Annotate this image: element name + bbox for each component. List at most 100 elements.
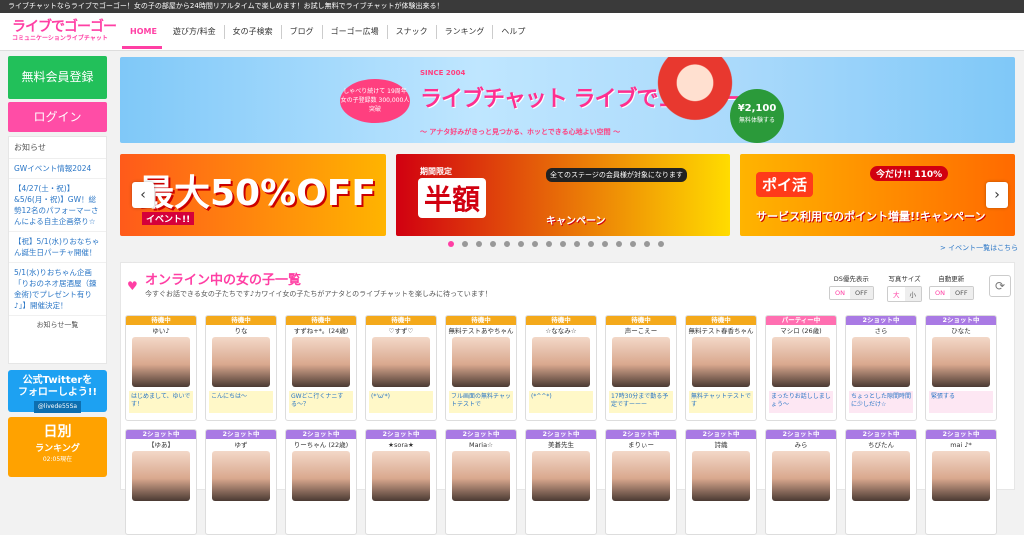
- girl-photo[interactable]: [772, 451, 830, 501]
- news-item[interactable]: 【4/27(土・祝)】&5/6(月・祝)】GW！総勢12名のパフォーマーさんによ…: [9, 179, 106, 232]
- girl-photo[interactable]: [612, 451, 670, 501]
- girl-card[interactable]: 2ショット中 ひなた 緊張する: [925, 315, 997, 421]
- girl-card[interactable]: 待機中 ゆい♪ はじめまして、ゆいです！: [125, 315, 197, 421]
- girl-photo[interactable]: [212, 451, 270, 501]
- toggle-off[interactable]: OFF: [949, 287, 973, 299]
- sidebar: 無料会員登録 ログイン お知らせ GWイベント情報2024 【4/27(土・祝)…: [8, 56, 107, 477]
- girl-photo[interactable]: [452, 451, 510, 501]
- carousel-next-arrow-icon[interactable]: ›: [986, 182, 1008, 208]
- news-item[interactable]: GWイベント情報2024: [9, 159, 106, 179]
- toggle-on[interactable]: ON: [930, 287, 950, 299]
- toggle-label: 写真サイズ: [888, 275, 921, 283]
- girl-photo[interactable]: [372, 337, 430, 387]
- girl-card[interactable]: 待機中 無料テスト春香ちゃん 無料チャットテストです: [685, 315, 757, 421]
- girl-card[interactable]: 待機中 ♡すず♡ (*'ω'*): [365, 315, 437, 421]
- carousel-dot[interactable]: [546, 241, 552, 247]
- girl-photo[interactable]: [932, 337, 990, 387]
- girl-card[interactable]: 待機中 すずね+*。(24歳) GWどこ行くナニする〜？: [285, 315, 357, 421]
- carousel-dot[interactable]: [490, 241, 496, 247]
- girl-photo[interactable]: [532, 337, 590, 387]
- twitter-banner[interactable]: 公式Twitterを フォローしよう!! @livede55Sa: [8, 370, 107, 413]
- news-item[interactable]: 【祝】5/1(水)りおなちゃん誕生日パーチャ開催！: [9, 232, 106, 263]
- nav-help[interactable]: ヘルプ: [493, 25, 533, 39]
- slide2-sub: キャンペーン: [546, 216, 606, 227]
- nav-snack[interactable]: スナック: [388, 25, 437, 39]
- nav-howto[interactable]: 遊び方/料金: [165, 25, 225, 39]
- carousel-prev-arrow-icon[interactable]: ‹: [132, 182, 154, 208]
- toggle-off[interactable]: OFF: [849, 287, 873, 299]
- slide1-sub: イベント!!: [142, 212, 195, 225]
- girl-photo[interactable]: [132, 451, 190, 501]
- main-nav: HOME 遊び方/料金 女の子検索 ブログ ゴーゴー広場 スナック ランキング …: [122, 13, 533, 51]
- girl-photo[interactable]: [852, 337, 910, 387]
- nav-search[interactable]: 女の子検索: [225, 25, 282, 39]
- carousel-dot[interactable]: [630, 241, 636, 247]
- girl-card[interactable]: 2ショット中 【ゆあ】: [125, 429, 197, 535]
- girl-photo[interactable]: [292, 337, 350, 387]
- girl-card[interactable]: 2ショット中 ★sora★: [365, 429, 437, 535]
- carousel-dot[interactable]: [532, 241, 538, 247]
- nav-home[interactable]: HOME: [122, 25, 165, 39]
- girl-photo[interactable]: [692, 337, 750, 387]
- news-more-link[interactable]: お知らせ一覧: [9, 316, 106, 334]
- toggle-small[interactable]: 小: [904, 287, 921, 301]
- girl-card[interactable]: 2ショット中 詩織: [685, 429, 757, 535]
- site-logo[interactable]: ライブでゴーゴー コミュニケーションライブチャット: [12, 19, 117, 47]
- carousel-dot[interactable]: [602, 241, 608, 247]
- event-slide-points[interactable]: ポイ活 今だけ!! 110% サービス利用でのポイント増量!!キャンペーン: [740, 154, 1015, 236]
- refresh-icon[interactable]: ⟳: [989, 275, 1011, 297]
- girl-card[interactable]: 待機中 ☆ななみ☆ (*^^*): [525, 315, 597, 421]
- girl-photo[interactable]: [372, 451, 430, 501]
- girl-card[interactable]: 2ショット中 mai ♪*: [925, 429, 997, 535]
- girl-photo[interactable]: [212, 337, 270, 387]
- event-list-link[interactable]: > イベント一覧はこちら: [940, 243, 1018, 253]
- girl-photo[interactable]: [452, 337, 510, 387]
- nav-ranking[interactable]: ランキング: [437, 25, 494, 39]
- girl-card[interactable]: 2ショット中 ちびたん: [845, 429, 917, 535]
- girl-photo[interactable]: [772, 337, 830, 387]
- girl-photo[interactable]: [612, 337, 670, 387]
- price-badge[interactable]: ¥2,100 無料体験する: [730, 89, 784, 143]
- carousel-dot[interactable]: [448, 241, 454, 247]
- carousel-dot[interactable]: [560, 241, 566, 247]
- girl-card[interactable]: 2ショット中 Maria☆: [445, 429, 517, 535]
- login-button[interactable]: ログイン: [8, 102, 107, 132]
- girl-card[interactable]: 2ショット中 みら: [765, 429, 837, 535]
- girl-card[interactable]: パーティー中 マシロ (26歳) まったりお話ししましょう〜: [765, 315, 837, 421]
- event-slide-halfprice[interactable]: 期間限定 半額 全てのステージの会員様が対象になります キャンペーン: [396, 154, 730, 236]
- carousel-dot[interactable]: [574, 241, 580, 247]
- news-item[interactable]: 5/1(水)りおちゃん企画「りおのネオ居酒屋（錬金術)でプレゼント有り♪」】開催…: [9, 263, 106, 316]
- event-slide-discount[interactable]: 最大50%OFF イベント!!: [120, 154, 386, 236]
- girl-name: ひなた: [951, 327, 971, 335]
- daily-ranking-banner[interactable]: 日別 ランキング 02:05現在: [8, 417, 107, 477]
- carousel-dot[interactable]: [504, 241, 510, 247]
- girl-photo[interactable]: [132, 337, 190, 387]
- girl-photo[interactable]: [292, 451, 350, 501]
- girl-card[interactable]: 2ショット中 ゆず: [205, 429, 277, 535]
- girl-photo[interactable]: [932, 451, 990, 501]
- carousel-dot[interactable]: [658, 241, 664, 247]
- girl-card[interactable]: 待機中 無料テストあやちゃん フル画面の無料チャットテストで: [445, 315, 517, 421]
- carousel-dot[interactable]: [644, 241, 650, 247]
- carousel-dot[interactable]: [462, 241, 468, 247]
- register-button[interactable]: 無料会員登録: [8, 56, 107, 99]
- toggle-on[interactable]: ON: [830, 287, 850, 299]
- girl-photo[interactable]: [532, 451, 590, 501]
- nav-plaza[interactable]: ゴーゴー広場: [323, 25, 388, 39]
- girl-card[interactable]: 2ショット中 まりぃー: [605, 429, 677, 535]
- girl-card[interactable]: 2ショット中 りーちゃん (22歳): [285, 429, 357, 535]
- girl-card[interactable]: 2ショット中 さら ちょっとした隙間時間に少しだけ☆: [845, 315, 917, 421]
- toggle-large[interactable]: 大: [888, 287, 905, 301]
- carousel-dot[interactable]: [588, 241, 594, 247]
- girl-photo[interactable]: [852, 451, 910, 501]
- girl-card[interactable]: 待機中 声ーこえー 17時30分まで勤る予定ですーーー: [605, 315, 677, 421]
- girl-card[interactable]: 待機中 りな こんにちは〜: [205, 315, 277, 421]
- girl-name: 美碁先生: [548, 441, 574, 449]
- carousel-dot[interactable]: [476, 241, 482, 247]
- carousel-dot[interactable]: [616, 241, 622, 247]
- girl-photo[interactable]: [692, 451, 750, 501]
- carousel-dot[interactable]: [518, 241, 524, 247]
- hero-banner[interactable]: しゃべり続けて 19周年 女の子登録数 300,000人突破 SINCE 200…: [120, 57, 1015, 143]
- nav-blog[interactable]: ブログ: [282, 25, 323, 39]
- girl-card[interactable]: 2ショット中 美碁先生: [525, 429, 597, 535]
